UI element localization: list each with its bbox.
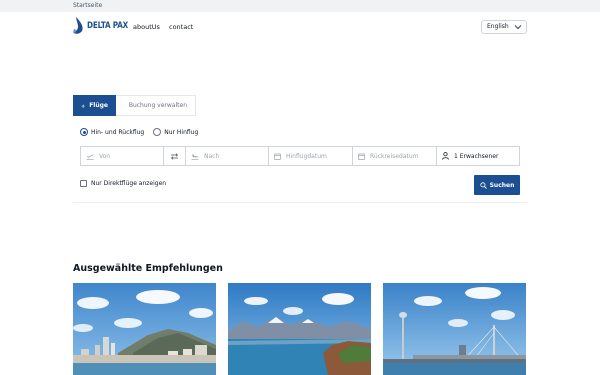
search-button[interactable]: Suchen	[474, 175, 520, 195]
language-select[interactable]: English	[481, 20, 527, 34]
logo[interactable]: DELTA PAX	[73, 17, 135, 35]
trip-type-oneway[interactable]: Nur Hinflug	[153, 128, 198, 136]
trip-type-group: Hin- und Rückflug Nur Hinflug	[80, 128, 207, 136]
nav-link-about[interactable]: aboutUs	[133, 23, 160, 31]
destination-photo-coastal-city	[73, 283, 216, 375]
divider	[73, 202, 527, 203]
logo-text: DELTA PAX	[87, 21, 129, 31]
destination-photo-river-city	[383, 283, 526, 375]
recommendation-card-1[interactable]	[73, 283, 216, 375]
radio-round-trip[interactable]	[80, 128, 88, 136]
from-field[interactable]: Von	[80, 146, 164, 166]
direct-flights-label: Nur Direktflüge anzeigen	[91, 180, 167, 187]
swap-icon	[170, 152, 179, 160]
top-bar: Startseite	[0, 0, 600, 12]
radio-one-way-label: Nur Hinflug	[164, 128, 199, 136]
passenger-selector[interactable]: 1 Erwachsener	[436, 146, 520, 166]
tab-flights[interactable]: Flüge	[73, 95, 116, 116]
calendar-icon	[274, 153, 281, 160]
to-placeholder: Nach	[204, 152, 220, 160]
takeoff-icon	[86, 154, 94, 160]
direct-flights-option[interactable]: Nur Direktflüge anzeigen	[80, 180, 166, 187]
direct-flights-checkbox[interactable]	[80, 180, 87, 187]
logo-icon	[73, 17, 83, 34]
recommendation-card-2[interactable]	[228, 283, 371, 375]
destination-photo-mountain-coast	[228, 283, 371, 375]
passenger-value: 1 Erwachsener	[454, 152, 499, 160]
depart-date-field[interactable]: Hinflugdatum	[268, 146, 353, 166]
recommendations-title: Ausgewählte Empfehlungen	[73, 263, 223, 274]
landing-icon	[191, 153, 199, 160]
return-date-field[interactable]: Rückreisedatum	[352, 146, 437, 166]
recommendation-card-3[interactable]	[383, 283, 526, 375]
trip-type-round[interactable]: Hin- und Rückflug	[80, 128, 144, 136]
chevron-down-icon	[514, 25, 522, 30]
search-icon	[480, 181, 487, 189]
depart-date-placeholder: Hinflugdatum	[286, 152, 327, 160]
search-button-label: Suchen	[489, 181, 515, 189]
plane-icon	[81, 103, 85, 108]
to-field[interactable]: Nach	[185, 146, 269, 166]
search-tabs: Flüge Buchung verwalten	[73, 95, 196, 116]
tab-manage-booking-label: Buchung verwalten	[128, 102, 187, 109]
flight-search-row: Von Nach Hinflugdatum Rückreisedatum 1 E…	[80, 146, 520, 166]
tab-flights-label: Flüge	[89, 102, 108, 109]
nav-link-contact[interactable]: contact	[169, 23, 193, 31]
radio-round-trip-label: Hin- und Rückflug	[91, 128, 145, 136]
return-date-placeholder: Rückreisedatum	[370, 152, 419, 160]
from-placeholder: Von	[99, 152, 111, 160]
tab-manage-booking[interactable]: Buchung verwalten	[116, 95, 196, 116]
swap-button[interactable]	[164, 146, 185, 166]
calendar-icon	[358, 153, 365, 160]
user-icon	[442, 152, 449, 160]
breadcrumb-home[interactable]: Startseite	[73, 2, 102, 9]
language-value: English	[487, 23, 509, 30]
radio-one-way[interactable]	[153, 128, 162, 136]
calendar-icon	[124, 105, 125, 106]
